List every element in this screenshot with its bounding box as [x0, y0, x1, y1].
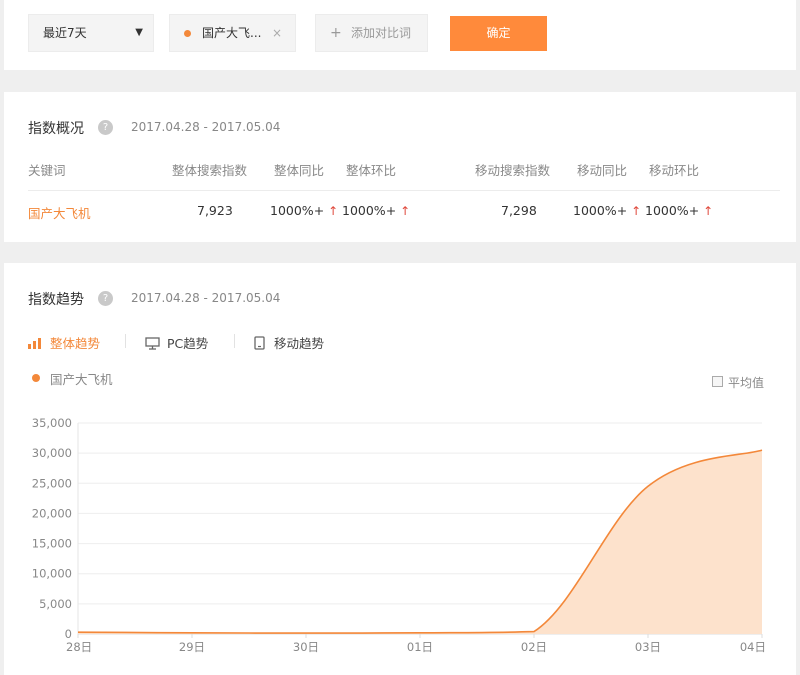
trend-chart: 0 5,000 10,000 15,000 20,000 25,000 30,000 35,0… — [32, 416, 766, 654]
dropdown-caret-icon: ▼ — [135, 27, 143, 38]
index-overview-panel: 指数概况 ? 2017.04.28 - 2017.05.04 关键词 整体搜索指… — [4, 92, 796, 242]
mobile-index-value: 7,298 — [501, 203, 537, 218]
y-tick-label: 15,000 — [32, 537, 72, 551]
y-tick-label: 5,000 — [39, 597, 72, 611]
col-header-overall-index: 整体搜索指数 — [172, 163, 248, 178]
x-tick-label: 04日 — [740, 640, 766, 654]
keyword-link[interactable]: 国产大飞机 — [28, 203, 91, 222]
x-tick-label: 02日 — [521, 640, 547, 654]
up-arrow-icon: ↑ — [631, 204, 642, 218]
add-compare-label: 添加对比词 — [351, 26, 412, 40]
col-header-overall-yoy: 整体同比 — [274, 163, 325, 178]
col-header-mobile-index: 移动搜索指数 — [475, 163, 551, 178]
col-header-mobile-yoy: 移动同比 — [577, 163, 628, 178]
x-tick-label: 30日 — [293, 640, 319, 654]
mobile-yoy-text: 1000%+ — [573, 203, 628, 218]
up-arrow-icon: ↑ — [400, 204, 411, 218]
keyword-chip-label: 国产大飞... — [202, 26, 262, 40]
help-icon[interactable]: ? — [98, 120, 113, 135]
col-header-overall-mom: 整体环比 — [346, 163, 397, 178]
up-arrow-icon: ↑ — [703, 204, 714, 218]
y-tick-label: 10,000 — [32, 567, 72, 581]
mobile-yoy-value: 1000%+ ↑ — [573, 203, 641, 218]
table-divider — [28, 190, 780, 191]
overall-index-value: 7,923 — [197, 203, 233, 218]
overall-mom-text: 1000%+ — [342, 203, 397, 218]
overall-mom-value: 1000%+ ↑ — [342, 203, 410, 218]
y-tick-label: 25,000 — [32, 476, 72, 490]
x-tick-label: 29日 — [179, 640, 205, 654]
overall-yoy-text: 1000%+ — [270, 203, 325, 218]
y-tick-label: 0 — [65, 627, 72, 641]
overview-title: 指数概况 — [28, 121, 84, 137]
y-tick-label: 20,000 — [32, 506, 72, 520]
overall-yoy-value: 1000%+ ↑ — [270, 203, 338, 218]
overview-date-range: 2017.04.28 - 2017.05.04 — [131, 120, 281, 134]
keyword-chip[interactable]: 国产大飞... × — [169, 14, 296, 52]
mobile-mom-text: 1000%+ — [645, 203, 700, 218]
index-trend-panel: 指数趋势 ? 2017.04.28 - 2017.05.04 整体趋势 PC趋势… — [4, 263, 796, 675]
up-arrow-icon: ↑ — [328, 204, 339, 218]
plus-icon: + — [330, 25, 342, 41]
filter-toolbar: 最近7天 ▼ 国产大飞... × + 添加对比词 确定 — [4, 0, 796, 70]
x-tick-label: 01日 — [407, 640, 433, 654]
confirm-button[interactable]: 确定 — [450, 16, 547, 51]
col-header-keyword: 关键词 — [28, 163, 66, 178]
y-tick-label: 35,000 — [32, 416, 72, 430]
mobile-mom-value: 1000%+ ↑ — [645, 203, 713, 218]
time-range-value: 最近7天 — [43, 26, 87, 40]
remove-keyword-icon[interactable]: × — [272, 15, 282, 51]
keyword-color-dot-icon — [184, 30, 191, 37]
add-compare-button[interactable]: + 添加对比词 — [315, 14, 428, 52]
col-header-mobile-mom: 移动环比 — [649, 163, 700, 178]
time-range-select[interactable]: 最近7天 ▼ — [28, 14, 154, 52]
x-tick-label: 03日 — [635, 640, 661, 654]
y-tick-label: 30,000 — [32, 446, 72, 460]
x-tick-label: 28日 — [66, 640, 92, 654]
